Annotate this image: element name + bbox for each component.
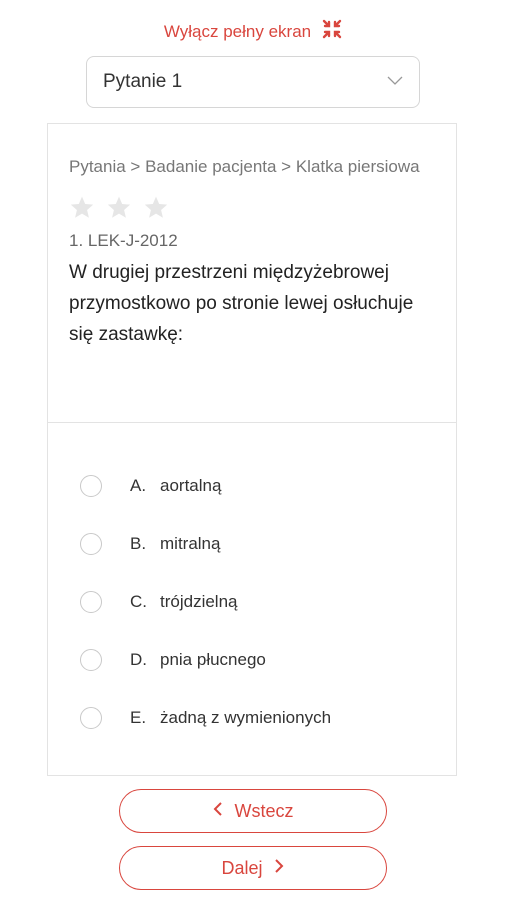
exit-fullscreen-icon [321, 18, 343, 45]
radio-button[interactable] [80, 533, 102, 555]
chevron-left-icon [212, 801, 224, 822]
question-card: Pytania > Badanie pacjenta > Klatka pier… [47, 123, 457, 776]
question-text: W drugiej przestrzeni międzyżebrowej prz… [69, 262, 414, 345]
answer-text: trójdzielną [160, 592, 238, 611]
radio-button[interactable] [80, 591, 102, 613]
answer-letter: A. [130, 476, 147, 495]
answer-option-e[interactable]: E. żadną z wymienionych [48, 689, 456, 747]
chevron-right-icon [273, 858, 285, 879]
question-select-value: Pytanie 1 [103, 71, 183, 92]
answer-option-d[interactable]: D. pnia płucnego [48, 631, 456, 689]
question-select[interactable]: Pytanie 1 [86, 56, 420, 108]
star-icon[interactable] [106, 195, 132, 221]
answer-text: pnia płucnego [160, 650, 266, 669]
answer-text: żadną z wymienionych [160, 708, 332, 727]
back-button-label: Wstecz [234, 800, 294, 821]
answer-option-c[interactable]: C. trójdzielną [48, 573, 456, 631]
next-button-label: Dalej [221, 857, 263, 878]
star-icon[interactable] [143, 195, 169, 221]
radio-button[interactable] [80, 649, 102, 671]
answer-option-a[interactable]: A. aortalną [48, 457, 456, 515]
rating-stars[interactable] [69, 195, 436, 221]
answer-letter: D. [130, 650, 147, 669]
star-icon[interactable] [69, 195, 95, 221]
question-code: 1. LEK-J-2012 [69, 231, 178, 250]
answer-letter: C. [130, 592, 147, 611]
answer-text: aortalną [160, 476, 222, 495]
exit-fullscreen-label: Wyłącz pełny ekran [163, 21, 312, 41]
answer-text: mitralną [160, 534, 221, 553]
chevron-down-icon [387, 73, 403, 91]
answer-letter: E. [130, 708, 147, 727]
back-button[interactable]: Wstecz [119, 789, 387, 833]
question-header: Pytania > Badanie pacjenta > Klatka pier… [48, 124, 456, 423]
radio-button[interactable] [80, 475, 102, 497]
radio-button[interactable] [80, 707, 102, 729]
answer-list: A. aortalną B. mitralną C. trójdzielną D… [48, 423, 456, 747]
exit-fullscreen-button[interactable]: Wyłącz pełny ekran [0, 18, 507, 45]
next-button[interactable]: Dalej [119, 846, 387, 890]
answer-letter: B. [130, 534, 147, 553]
breadcrumb: Pytania > Badanie pacjenta > Klatka pier… [69, 157, 420, 176]
answer-option-b[interactable]: B. mitralną [48, 515, 456, 573]
